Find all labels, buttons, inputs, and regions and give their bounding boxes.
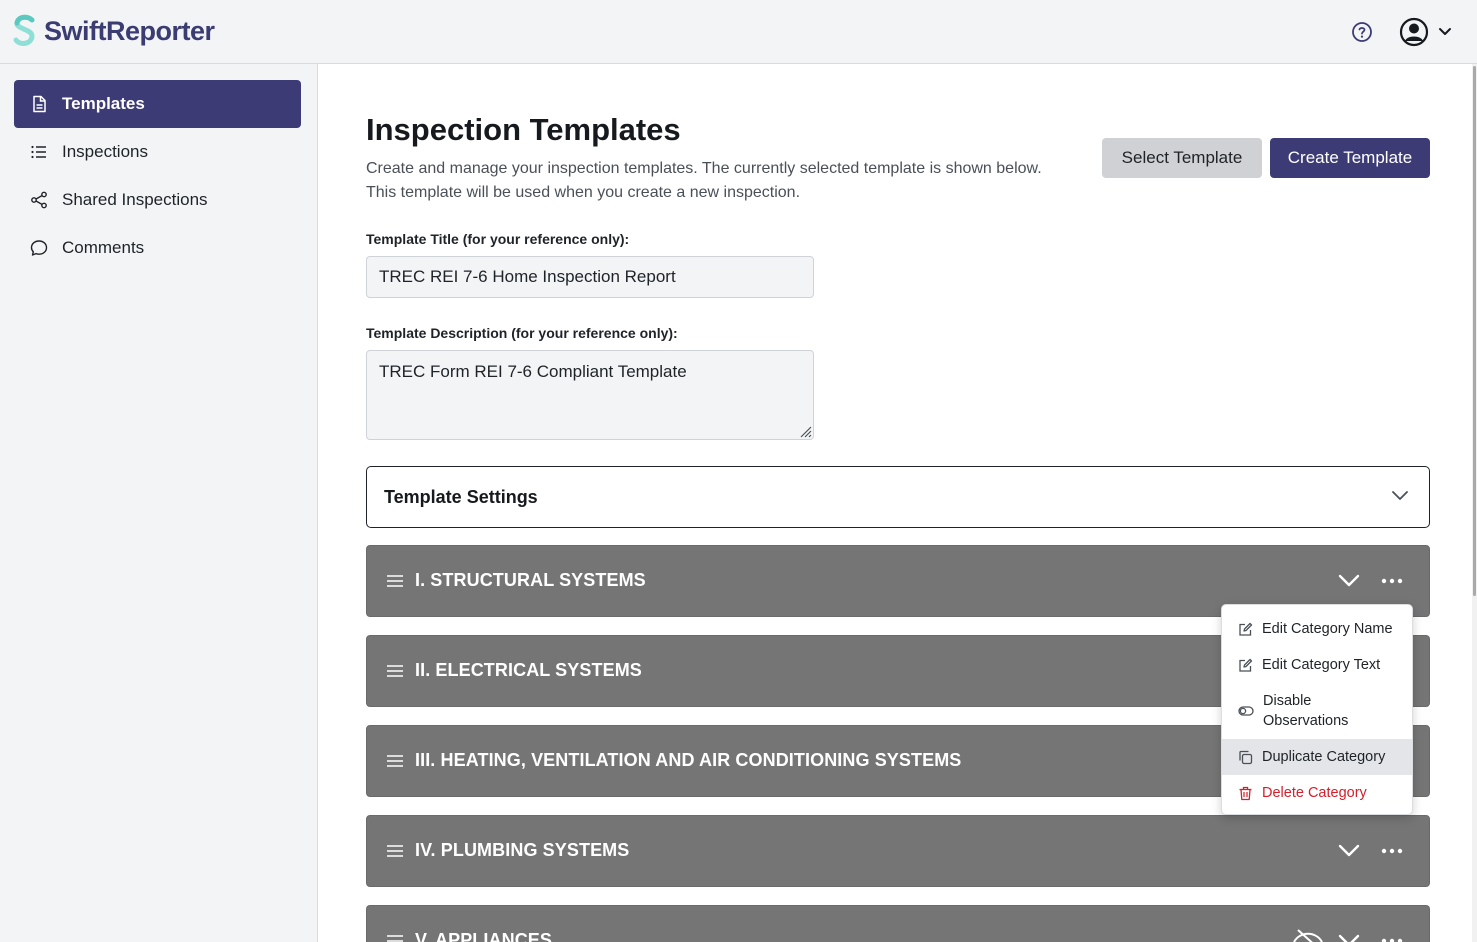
category-title: IV. PLUMBING SYSTEMS <box>415 840 630 860</box>
category-title: I. STRUCTURAL SYSTEMS <box>415 570 646 590</box>
sidebar-item-shared-inspections[interactable]: Shared Inspections <box>14 176 301 224</box>
sidebar-item-label: Inspections <box>62 142 148 161</box>
sidebar-item-comments[interactable]: Comments <box>14 224 301 272</box>
template-settings-accordion[interactable]: Template Settings <box>366 466 1430 528</box>
sidebar-item-label: Templates <box>62 94 145 113</box>
delete-category-menu-item[interactable]: Delete Category <box>1222 775 1412 811</box>
disable-observations-menu-item[interactable]: Disable Observations <box>1222 683 1412 739</box>
template-description-label: Template Description (for your reference… <box>366 325 678 341</box>
menu-item-label: Edit Category Text <box>1262 657 1381 673</box>
toggle-icon <box>1238 706 1254 716</box>
category-title: II. ELECTRICAL SYSTEMS <box>415 660 642 680</box>
sidebar-item-label: Shared Inspections <box>62 190 208 209</box>
list-icon <box>31 145 46 159</box>
chevron-down-icon <box>1392 491 1408 500</box>
template-title-label: Template Title (for your reference only)… <box>366 231 630 247</box>
menu-item-label: Disable Observations <box>1263 693 1349 729</box>
user-circle-icon <box>1399 17 1429 47</box>
category-title: III. HEATING, VENTILATION AND AIR CONDIT… <box>415 750 962 770</box>
chevron-down-icon[interactable] <box>1337 842 1361 860</box>
app-name: SwiftReporter <box>44 15 215 46</box>
drag-handle-icon[interactable] <box>386 664 404 678</box>
sidebar: Templates Inspections Shared Inspections… <box>0 64 318 942</box>
category-row[interactable]: V. APPLIANCES <box>366 905 1430 942</box>
top-bar: SwiftReporter <box>0 0 1477 64</box>
copy-icon <box>1239 750 1253 764</box>
edit-category-name-menu-item[interactable]: Edit Category Name <box>1222 611 1412 647</box>
more-options-icon[interactable] <box>1381 577 1403 585</box>
select-template-button[interactable]: Select Template <box>1102 138 1262 178</box>
edit-icon <box>1239 658 1253 672</box>
chevron-down-icon[interactable] <box>1337 932 1361 942</box>
sidebar-item-label: Comments <box>62 238 145 257</box>
sidebar-item-inspections[interactable]: Inspections <box>14 128 301 176</box>
share-icon <box>31 191 47 209</box>
more-options-icon[interactable] <box>1381 937 1403 942</box>
resize-handle-icon[interactable] <box>798 424 812 438</box>
more-options-icon[interactable] <box>1381 847 1403 855</box>
app-logo[interactable]: SwiftReporter <box>12 14 215 48</box>
sidebar-item-templates[interactable]: Templates <box>14 80 301 128</box>
question-circle-icon[interactable] <box>1350 20 1374 44</box>
duplicate-category-menu-item[interactable]: Duplicate Category <box>1222 739 1412 775</box>
category-options-menu: Edit Category Name Edit Category Text Di… <box>1221 604 1413 815</box>
eye-slash-icon <box>1293 929 1323 942</box>
category-row[interactable]: IV. PLUMBING SYSTEMS <box>366 815 1430 887</box>
menu-item-label: Edit Category Name <box>1262 621 1393 637</box>
drag-handle-icon[interactable] <box>386 574 404 588</box>
menu-item-label: Delete Category <box>1262 785 1367 801</box>
comment-icon <box>30 240 48 256</box>
document-icon <box>33 95 46 113</box>
logo-icon <box>13 14 35 46</box>
drag-handle-icon[interactable] <box>386 754 404 768</box>
template-description-textarea[interactable]: TREC Form REI 7-6 Compliant Template <box>366 350 814 440</box>
drag-handle-icon[interactable] <box>386 844 404 858</box>
template-settings-label: Template Settings <box>384 487 538 507</box>
drag-handle-icon[interactable] <box>386 934 404 942</box>
trash-icon <box>1239 786 1252 800</box>
template-title-input[interactable]: TREC REI 7-6 Home Inspection Report <box>366 256 814 298</box>
page-description: Create and manage your inspection templa… <box>366 160 1042 201</box>
scrollbar-thumb[interactable] <box>1473 66 1476 596</box>
edit-category-text-menu-item[interactable]: Edit Category Text <box>1222 647 1412 683</box>
menu-item-label: Duplicate Category <box>1262 749 1386 765</box>
page-title: Inspection Templates <box>366 112 681 147</box>
category-title: V. APPLIANCES <box>415 930 553 942</box>
create-template-button[interactable]: Create Template <box>1270 138 1430 178</box>
edit-icon <box>1239 622 1253 636</box>
chevron-down-icon <box>1439 28 1451 35</box>
chevron-down-icon[interactable] <box>1337 572 1361 590</box>
user-menu[interactable] <box>1398 16 1452 48</box>
